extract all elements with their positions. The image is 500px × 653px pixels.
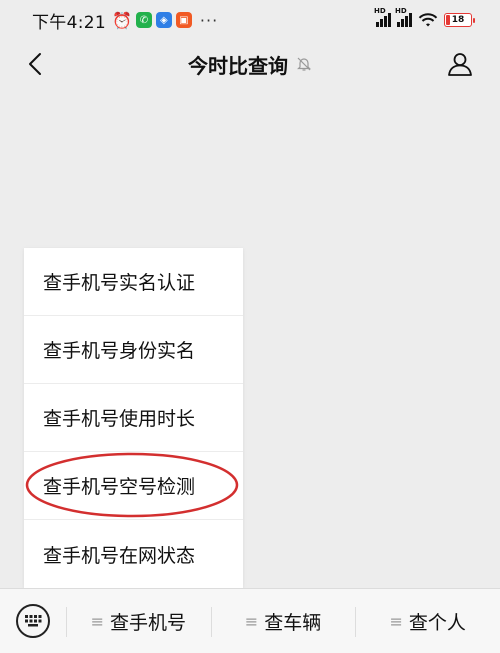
back-button[interactable] <box>20 48 50 80</box>
app-notification-icon: ◈ <box>155 12 172 28</box>
menu-item-online-status[interactable]: 查手机号在网状态 <box>24 520 243 588</box>
tab-check-person[interactable]: ≡ 查个人 <box>355 589 500 653</box>
menu-lines-icon: ≡ <box>389 611 403 631</box>
phone-app-icon: ✆ <box>135 12 152 28</box>
keyboard-icon <box>16 604 50 638</box>
chevron-left-icon <box>29 53 41 75</box>
wifi-icon <box>418 13 438 27</box>
tab-label: 查个人 <box>408 611 466 634</box>
person-icon <box>448 53 472 76</box>
popup-menu: 查手机号实名认证 查手机号身份实名 查手机号使用时长 查手机号空号检测 查手机号… <box>24 248 243 588</box>
menu-lines-icon: ≡ <box>90 611 105 631</box>
page-title: 今时比查询 <box>188 53 288 78</box>
menu-lines-icon: ≡ <box>244 611 259 631</box>
profile-button[interactable] <box>444 48 476 80</box>
menu-item-identity-real-name[interactable]: 查手机号身份实名 <box>24 316 243 384</box>
app-notification-icon-2: ▣ <box>175 12 192 28</box>
tab-label: 查手机号 <box>110 611 187 634</box>
tab-check-phone[interactable]: ≡ 查手机号 <box>66 589 211 653</box>
battery-level: 18 <box>451 15 465 25</box>
more-notifications-icon: ··· <box>199 10 219 30</box>
signal-icon: HD <box>374 7 391 27</box>
menu-item-empty-number-check[interactable]: 查手机号空号检测 <box>24 452 243 520</box>
status-notification-icons: ⏰ ✆ ◈ ▣ <box>112 11 192 30</box>
menu-item-usage-duration[interactable]: 查手机号使用时长 <box>24 384 243 452</box>
nav-bar: 今时比查询 <box>0 40 500 88</box>
menu-item-real-name-auth[interactable]: 查手机号实名认证 <box>24 248 243 316</box>
status-time: 下午4:21 <box>32 12 106 33</box>
nav-title-group: 今时比查询 <box>188 50 312 79</box>
status-bar: 下午4:21 ⏰ ✆ ◈ ▣ ··· HD HD 18 <box>0 0 500 40</box>
alarm-icon: ⏰ <box>111 10 132 30</box>
signal-icon-2: HD <box>395 7 412 27</box>
battery-icon: 18 <box>444 13 475 27</box>
status-right-icons: HD HD 18 <box>374 7 475 28</box>
bottom-menu-bar: ≡ 查手机号 ≡ 查车辆 ≡ 查个人 <box>0 588 500 653</box>
tab-check-vehicle[interactable]: ≡ 查车辆 <box>210 589 356 653</box>
mute-bell-icon <box>297 57 311 71</box>
tab-label: 查车辆 <box>264 611 322 634</box>
keyboard-toggle-button[interactable] <box>0 589 66 653</box>
